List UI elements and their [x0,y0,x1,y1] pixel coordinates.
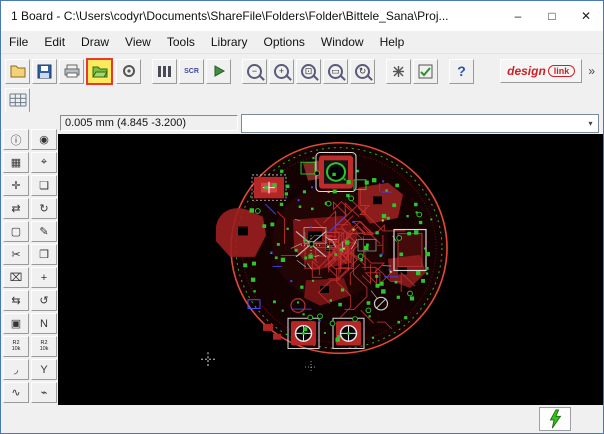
tool-smash-button[interactable]: R2 10k [3,336,29,357]
tool-add-button[interactable]: + [31,267,57,288]
close-button[interactable]: ✕ [569,1,603,31]
content-row: ⓘ ◉ ▦ ⌖ ✛ ❏ ⇄ ↻ ▢ ✎ ✂ ❐ ⌧ + ⇆ ↺ ▣ N R2 1… [1,112,603,405]
board-canvas[interactable] [58,134,603,405]
design-link-button[interactable]: design link [500,59,582,83]
toolbar-overflow-button[interactable]: » [582,64,599,78]
design-link-word1: design [507,64,546,78]
print-icon [64,64,80,78]
menu-file[interactable]: File [1,31,36,53]
status-bar [1,405,603,433]
zoom-select-icon: ▭ [328,64,343,79]
cam-button[interactable] [116,59,141,84]
tool-show-button[interactable]: ◉ [31,129,57,150]
zoom-out-icon: − [247,64,262,79]
zoom-out-button[interactable]: − [242,59,267,84]
menu-view[interactable]: View [117,31,159,53]
save-icon [37,64,52,79]
zoom-redraw-icon: ↻ [355,64,370,79]
menu-bar: File Edit Draw View Tools Library Option… [1,31,603,54]
menu-edit[interactable]: Edit [36,31,73,53]
menu-options[interactable]: Options [256,31,313,53]
minimize-button[interactable]: – [501,1,535,31]
menu-draw[interactable]: Draw [73,31,117,53]
columns-button[interactable] [152,59,177,84]
run-button[interactable] [206,59,231,84]
tool-cut-button[interactable]: ✂ [3,244,29,265]
save-button[interactable] [32,59,57,84]
tool-change-button[interactable]: ✎ [31,221,57,242]
ratsnest-icon [391,64,406,79]
tool-mark-button[interactable]: ⌖ [31,152,57,173]
tool-move-button[interactable]: ✛ [3,175,29,196]
script-icon: SCR [184,68,199,75]
tool-rotate-button[interactable]: ↻ [31,198,57,219]
lightning-icon [547,409,563,429]
tool-display-button[interactable]: ▦ [3,152,29,173]
grid-button[interactable] [5,88,30,113]
zoom-in-button[interactable]: + [269,59,294,84]
maximize-button[interactable]: □ [535,1,569,31]
tool-info-button[interactable]: ⓘ [3,129,29,150]
design-link-word2: link [548,65,576,77]
secondary-toolbar [1,88,603,112]
tool-replace-button[interactable]: ↺ [31,290,57,311]
tool-split-button[interactable]: Y [31,359,57,380]
menu-window[interactable]: Window [313,31,372,53]
zoom-fit-button[interactable]: ⊡ [296,59,321,84]
board-icon [92,65,108,78]
tool-miter-button[interactable]: ◞ [3,359,29,380]
menu-library[interactable]: Library [203,31,256,53]
drc-icon [418,64,433,79]
zoom-fit-icon: ⊡ [301,64,316,79]
cam-icon [122,64,136,78]
tool-group-button[interactable]: ▢ [3,221,29,242]
tool-name-button[interactable]: N [31,313,57,334]
menu-tools[interactable]: Tools [159,31,203,53]
zoom-redraw-button[interactable]: ↻ [350,59,375,84]
help-icon: ? [457,63,466,79]
command-combobox[interactable]: ▾ [241,114,599,133]
coordinate-display: 0.005 mm (4.845 -3.200) [60,115,238,131]
open-button[interactable] [5,59,30,84]
main-toolbar: SCR − + ⊡ ▭ ↻ ? design [1,54,603,88]
tool-delete-button[interactable]: ⌧ [3,267,29,288]
help-button[interactable]: ? [449,59,474,84]
zoom-in-icon: + [274,64,289,79]
command-input[interactable] [242,117,583,129]
tool-value-button[interactable]: R2 10k [31,336,57,357]
grid-icon [9,93,27,107]
zoom-select-button[interactable]: ▭ [323,59,348,84]
tool-pinswap-button[interactable]: ⇆ [3,290,29,311]
chevron-down-icon[interactable]: ▾ [583,115,598,132]
window-title: 1 Board - C:\Users\codyr\Documents\Share… [1,9,501,23]
pcb-board-graphic [58,134,603,405]
board-schematic-switch-button[interactable] [88,59,111,84]
title-bar: 1 Board - C:\Users\codyr\Documents\Share… [1,1,603,31]
tool-paste-button[interactable]: ❐ [31,244,57,265]
tool-palette: ⓘ ◉ ▦ ⌖ ✛ ❏ ⇄ ↻ ▢ ✎ ✂ ❐ ⌧ + ⇆ ↺ ▣ N R2 1… [1,112,58,405]
drc-errors-button[interactable] [539,407,571,431]
open-icon [10,65,26,78]
drc-button[interactable] [413,59,438,84]
tool-lock-button[interactable]: ▣ [3,313,29,334]
tool-copy-button[interactable]: ❏ [31,175,57,196]
app-window: 1 Board - C:\Users\codyr\Documents\Share… [0,0,604,434]
print-button[interactable] [59,59,84,84]
tool-route-button[interactable]: ∿ [3,382,29,403]
run-icon [212,64,226,78]
tool-ripup-button[interactable]: ⌁ [31,382,57,403]
parameter-bar: 0.005 mm (4.845 -3.200) ▾ [58,112,603,134]
ratsnest-button[interactable] [386,59,411,84]
menu-help[interactable]: Help [372,31,413,53]
columns-icon [157,65,173,78]
highlight-box [86,58,113,85]
tool-mirror-button[interactable]: ⇄ [3,198,29,219]
script-button[interactable]: SCR [179,59,204,84]
